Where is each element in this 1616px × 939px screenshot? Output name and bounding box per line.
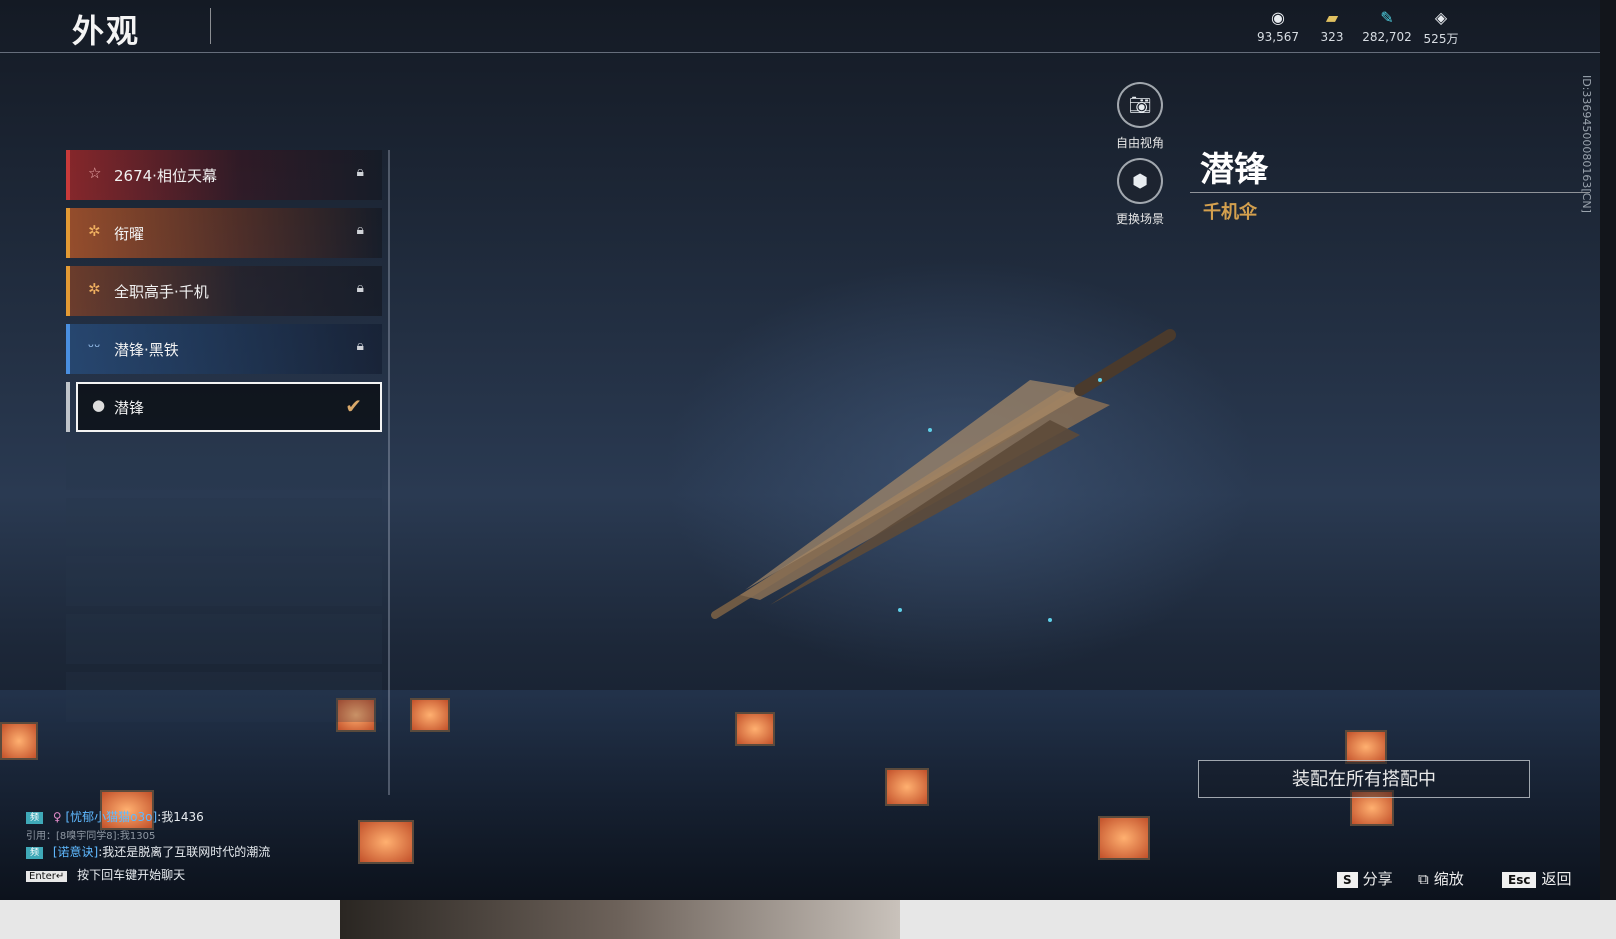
lantern (0, 722, 38, 760)
flower-icon: ✲ (88, 280, 101, 298)
channel-tag: 频 (26, 846, 44, 859)
change-scene-button[interactable]: ⬢ 更换场景 (1104, 158, 1176, 227)
item-accent-bar (66, 324, 70, 374)
umbrella-weapon (711, 329, 1176, 622)
cube-icon: ⬢ (1117, 158, 1163, 204)
empty-slot (66, 498, 382, 548)
title-divider (210, 8, 211, 44)
empty-slot (66, 440, 382, 490)
appearance-item[interactable]: ᵕᵕ 潜锋·黑铁 🔒︎ (66, 324, 382, 374)
drop-icon: ● (92, 396, 106, 414)
chat-quote: 引用：[8嗅宇同学8]:我1305 (26, 827, 270, 843)
item-accent-bar (66, 266, 70, 316)
item-label: 全职高手·千机 (114, 283, 209, 301)
quote-text: 引用：[8嗅宇同学8]:我1305 (26, 831, 156, 842)
currency-diamond: ◈ 525万 (1409, 8, 1473, 47)
free-view-button[interactable]: 📷︎ 自由视角 (1104, 82, 1176, 151)
empty-slot (66, 614, 382, 664)
channel-tag: 频 (26, 811, 44, 824)
item-accent-bar (66, 382, 70, 432)
female-icon: ♀ (52, 810, 62, 824)
bottom-edge-strip (0, 900, 1616, 939)
check-icon: ✔ (345, 394, 362, 418)
scene-background: 外观 ◉ 93,567 ▰ 323 ✎ 282,702 ◈ 525万 ☆ 267… (0, 0, 1600, 900)
item-label: 潜锋 (114, 399, 145, 417)
lantern (1098, 816, 1150, 860)
diamond-icon: ◈ (1434, 8, 1448, 27)
lantern (410, 698, 450, 732)
item-accent-bar (66, 208, 70, 258)
item-label: 2674·相位天幕 (114, 167, 217, 185)
back-hint[interactable]: Esc 返回 (1502, 868, 1571, 889)
right-edge-strip (1600, 0, 1616, 939)
appearance-list: ☆ 2674·相位天幕 🔒︎ ✲ 衔曜 🔒︎ ✲ 全职高手·千机 🔒︎ ᵕᵕ 潜… (66, 150, 382, 730)
umbrella-body (711, 329, 1176, 619)
appearance-item-selected[interactable]: ● 潜锋 ✔ (76, 382, 382, 432)
chat-box: 频 ♀ [忧郁小猫猫o3o]:我1436 引用：[8嗅宇同学8]:我1305 频… (26, 808, 270, 885)
star-outline-icon: ☆ (88, 164, 102, 182)
player-id: ID:3369450008016​3[CN] (1580, 75, 1593, 213)
equip-all-button[interactable]: 装配在所有搭配中 (1198, 760, 1530, 798)
chat-input-hint[interactable]: Enter↵ 按下回车键开始聊天 (26, 866, 270, 885)
zoom-label: 缩放 (1433, 870, 1464, 888)
chat-sender[interactable]: [诺意诀] (53, 845, 98, 859)
item-label: 潜锋·黑铁 (114, 341, 179, 359)
item-accent-bar (66, 150, 70, 200)
chat-sender[interactable]: [忧郁小猫猫o3o] (65, 810, 157, 824)
change-scene-label: 更换场景 (1115, 212, 1164, 226)
wings-icon: ᵕᵕ (88, 338, 101, 356)
chat-prompt: 按下回车键开始聊天 (77, 868, 186, 882)
page-title: 外观 (72, 12, 141, 50)
appearance-item[interactable]: ☆ 2674·相位天幕 🔒︎ (66, 150, 382, 200)
flower-icon: ✲ (88, 222, 101, 240)
list-scrollbar[interactable] (388, 150, 390, 795)
lantern (885, 768, 929, 806)
camera-icon: 📷︎ (1117, 82, 1163, 128)
esc-key: Esc (1502, 872, 1537, 888)
lock-icon: 🔒︎ (356, 222, 364, 238)
chat-text: :我还是脱离了互联网时代的潮流 (98, 845, 271, 859)
item-title: 潜锋 (1200, 150, 1268, 190)
appearance-item-selected-wrap: ● 潜锋 ✔ (66, 382, 382, 432)
top-bar: 外观 ◉ 93,567 ▰ 323 ✎ 282,702 ◈ 525万 (0, 0, 1600, 53)
header-divider (0, 52, 1600, 53)
lantern (1345, 730, 1387, 764)
lock-icon: 🔒︎ (356, 280, 364, 296)
share-label: 分享 (1362, 870, 1393, 888)
mouse-scroll-icon: ⧉ (1418, 870, 1429, 888)
zoom-hint[interactable]: ⧉ 缩放 (1418, 868, 1464, 889)
chat-text: :我1436 (157, 810, 204, 824)
lantern (358, 820, 414, 864)
lock-icon: 🔒︎ (356, 164, 364, 180)
free-view-label: 自由视角 (1115, 136, 1164, 150)
lantern (735, 712, 775, 746)
share-key: S (1337, 872, 1358, 888)
back-label: 返回 (1541, 870, 1572, 888)
bottom-photo-area (340, 900, 900, 939)
empty-slot (66, 672, 382, 722)
appearance-item[interactable]: ✲ 全职高手·千机 🔒︎ (66, 266, 382, 316)
title-underline (1190, 192, 1590, 193)
chat-message: 频 ♀ [忧郁小猫猫o3o]:我1436 (26, 808, 270, 827)
currency-value: 525万 (1423, 32, 1459, 46)
item-subtitle: 千机伞 (1203, 202, 1257, 223)
empty-slot (66, 556, 382, 606)
share-hint[interactable]: S 分享 (1337, 868, 1393, 889)
enter-key: Enter↵ (26, 871, 68, 882)
item-label: 衔曜 (114, 225, 145, 243)
lock-icon: 🔒︎ (356, 338, 364, 354)
appearance-item[interactable]: ✲ 衔曜 🔒︎ (66, 208, 382, 258)
chat-message: 频 [诺意诀]:我还是脱离了互联网时代的潮流 (26, 843, 270, 862)
